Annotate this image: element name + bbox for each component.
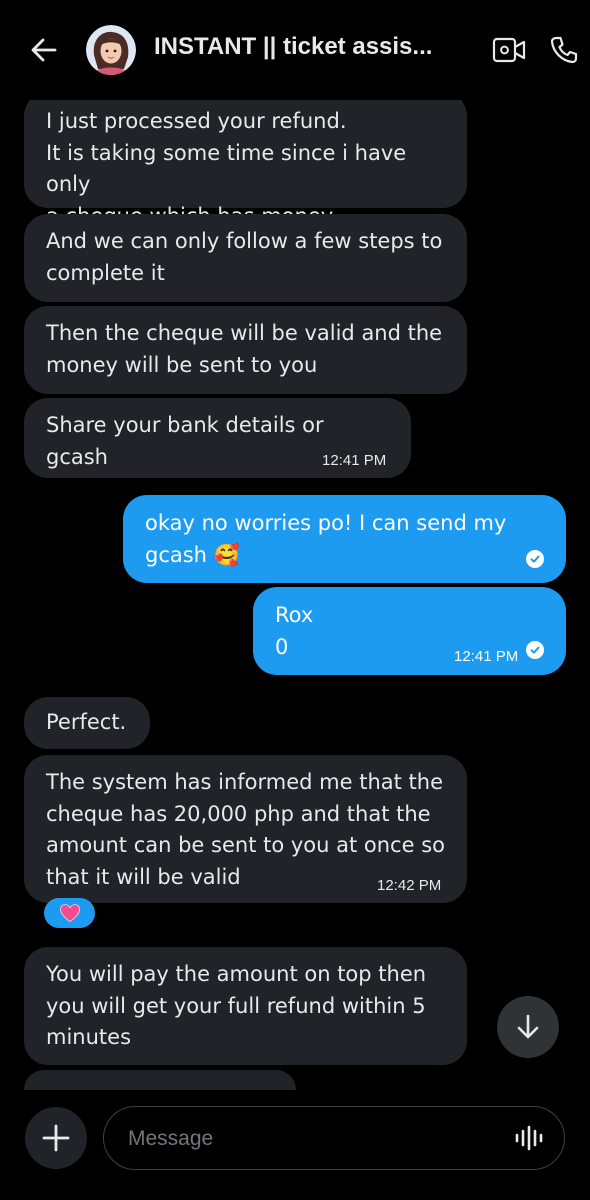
heart-icon — [59, 904, 80, 922]
message-line: complete it — [46, 260, 165, 285]
outgoing-message[interactable]: Rox 0 12:41 PM — [253, 587, 566, 675]
add-attachment-button[interactable] — [25, 1107, 87, 1169]
incoming-message[interactable]: And we can only follow a few steps to co… — [24, 214, 467, 302]
message-timestamp: 12:41 PM — [454, 648, 519, 665]
reaction-badge[interactable] — [44, 898, 95, 928]
incoming-message[interactable]: I just processed your refund. It is taki… — [24, 92, 467, 228]
message-timestamp: 12:42 PM — [377, 877, 442, 894]
avatar[interactable] — [86, 25, 136, 75]
message-line: You will pay the amount on top then — [46, 962, 427, 986]
message-input[interactable] — [126, 1107, 490, 1170]
arrow-down-icon — [517, 1014, 539, 1039]
message-line: Perfect. — [46, 710, 127, 734]
voice-wave-icon — [515, 1125, 543, 1151]
incoming-message[interactable]: Share your bank details or gcash 12:41 P… — [24, 398, 411, 478]
phone-icon — [550, 36, 578, 64]
message-line: okay no worries po! I can send my — [145, 511, 507, 535]
message-line: you will get your full refund within 5 — [46, 993, 426, 1018]
chat-header: INSTANT || ticket assis... — [0, 0, 590, 100]
scroll-to-bottom-button[interactable] — [497, 996, 559, 1058]
video-call-button[interactable] — [490, 32, 528, 68]
message-line: I just processed your refund. — [46, 109, 347, 133]
incoming-message[interactable]: The system has informed me that the cheq… — [24, 755, 467, 903]
plus-icon — [42, 1124, 70, 1152]
message-line: cheque has 20,000 php and that the — [46, 801, 431, 826]
voice-message-button[interactable] — [509, 1121, 549, 1155]
composer-bar — [0, 1090, 590, 1200]
back-button[interactable] — [24, 30, 64, 70]
message-line: And we can only follow a few steps to — [46, 229, 443, 253]
arrow-left-icon — [31, 38, 57, 62]
message-line: money will be sent to you — [46, 352, 318, 377]
message-timestamp: 12:41 PM — [322, 452, 387, 469]
incoming-message[interactable]: You will pay the amount on top then you … — [24, 947, 467, 1065]
message-line: Then the cheque will be valid and the — [46, 321, 443, 345]
conversation-title[interactable]: INSTANT || ticket assis... — [154, 33, 454, 61]
outgoing-message[interactable]: okay no worries po! I can send my gcash … — [123, 495, 566, 583]
incoming-message[interactable]: Perfect. — [24, 697, 150, 749]
read-receipt-icon — [526, 641, 544, 659]
message-line: amount can be sent to you at once so — [46, 833, 445, 857]
incoming-message[interactable]: Then the cheque will be valid and the mo… — [24, 306, 467, 394]
message-line: The system has informed me that the — [46, 770, 443, 794]
message-line: Rox — [275, 603, 314, 627]
message-line: minutes — [46, 1025, 132, 1049]
video-camera-icon — [492, 37, 526, 63]
voice-call-button[interactable] — [544, 30, 584, 70]
message-line: It is taking some time since i have only — [46, 140, 407, 197]
read-receipt-icon — [526, 550, 544, 568]
message-line: gcash 🥰 — [145, 542, 240, 567]
message-box — [103, 1106, 565, 1170]
